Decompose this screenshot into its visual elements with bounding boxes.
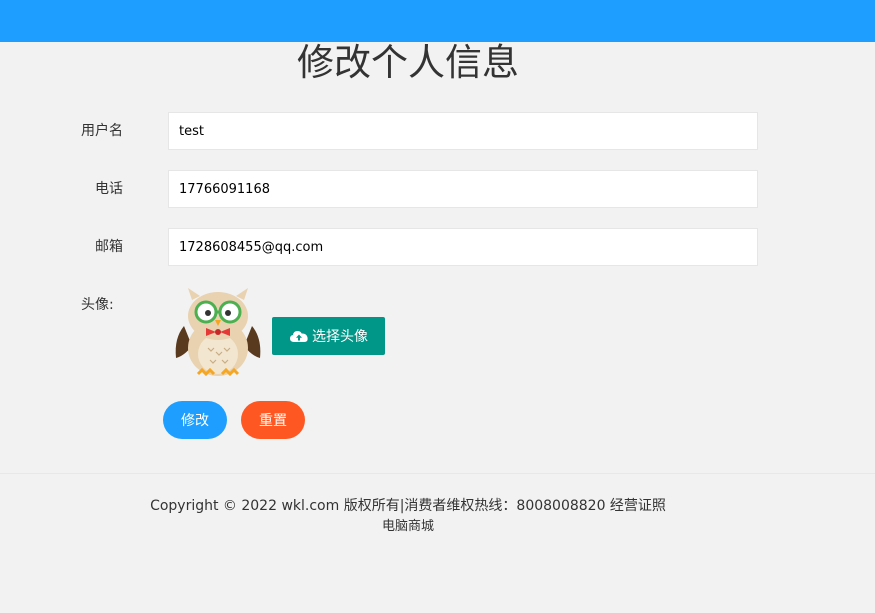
page-title: 修改个人信息: [297, 41, 519, 84]
phone-input[interactable]: [168, 170, 758, 208]
phone-label: 电话: [95, 181, 123, 197]
email-input[interactable]: [168, 228, 758, 266]
choose-avatar-button[interactable]: 选择头像: [272, 317, 385, 355]
choose-avatar-label: 选择头像: [312, 329, 368, 345]
cloud-upload-icon: [290, 331, 308, 342]
reset-button[interactable]: 重置: [241, 401, 305, 439]
footer-copyright: Copyright © 2022 wkl.com 版权所有|消费者维权热线：80…: [150, 498, 666, 514]
footer-divider: [0, 473, 875, 474]
footer-site-name: 电脑商城: [381, 519, 434, 534]
avatar-label: 头像:: [81, 297, 114, 313]
username-input[interactable]: [168, 112, 758, 150]
username-label: 用户名: [81, 123, 123, 139]
email-label: 邮箱: [95, 239, 123, 255]
top-bar: [0, 0, 875, 42]
owl-avatar-icon: [175, 288, 261, 377]
submit-button[interactable]: 修改: [163, 401, 227, 439]
avatar-image: [170, 286, 266, 382]
